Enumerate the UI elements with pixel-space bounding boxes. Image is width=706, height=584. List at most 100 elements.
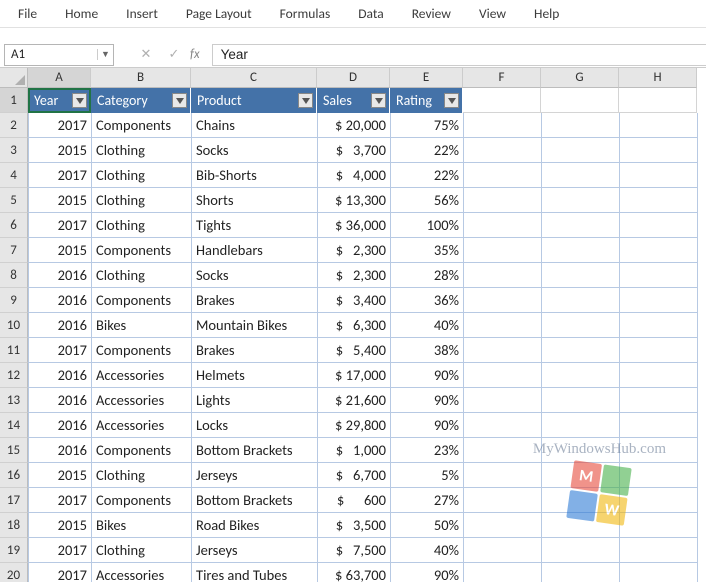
- row-header-11[interactable]: 11: [0, 338, 28, 363]
- cell-product[interactable]: Bottom Brackets: [192, 488, 318, 513]
- cell-sales[interactable]: $ 2,300: [318, 238, 391, 263]
- cell-product[interactable]: Lights: [192, 388, 318, 413]
- ribbon-formulas[interactable]: Formulas: [266, 1, 345, 26]
- empty-cell[interactable]: [464, 188, 542, 213]
- cell-product[interactable]: Bib-Shorts: [192, 163, 318, 188]
- cell-category[interactable]: Components: [92, 438, 192, 463]
- cell-sales[interactable]: $ 63,700: [318, 563, 391, 582]
- cell-category[interactable]: Accessories: [92, 413, 192, 438]
- empty-cell[interactable]: [464, 513, 542, 538]
- header-sales[interactable]: Sales: [317, 88, 390, 113]
- empty-cell[interactable]: [620, 213, 698, 238]
- row-header-16[interactable]: 16: [0, 463, 28, 488]
- cell-year[interactable]: 2016: [29, 388, 92, 413]
- cell-product[interactable]: Jerseys: [192, 463, 318, 488]
- cell-category[interactable]: Bikes: [92, 313, 192, 338]
- empty-cell[interactable]: [464, 563, 542, 582]
- cell-sales[interactable]: $ 21,600: [318, 388, 391, 413]
- col-header-A[interactable]: A: [28, 68, 91, 88]
- cell-category[interactable]: Clothing: [92, 163, 192, 188]
- cell-product[interactable]: Tights: [192, 213, 318, 238]
- cell-category[interactable]: Components: [92, 113, 192, 138]
- empty-cell[interactable]: [620, 538, 698, 563]
- ribbon-data[interactable]: Data: [344, 1, 397, 26]
- cell-sales[interactable]: $ 3,700: [318, 138, 391, 163]
- cell-year[interactable]: 2015: [29, 238, 92, 263]
- empty-cell[interactable]: [542, 513, 620, 538]
- cell-year[interactable]: 2017: [29, 163, 92, 188]
- empty-cell[interactable]: [541, 88, 619, 113]
- cell-rating[interactable]: 5%: [391, 463, 464, 488]
- empty-cell[interactable]: [542, 463, 620, 488]
- cell-year[interactable]: 2015: [29, 463, 92, 488]
- cell-product[interactable]: Brakes: [192, 338, 318, 363]
- empty-cell[interactable]: [542, 363, 620, 388]
- cell-year[interactable]: 2015: [29, 513, 92, 538]
- empty-cell[interactable]: [464, 113, 542, 138]
- row-header-4[interactable]: 4: [0, 163, 28, 188]
- cell-sales[interactable]: $ 36,000: [318, 213, 391, 238]
- empty-cell[interactable]: [464, 438, 542, 463]
- row-header-6[interactable]: 6: [0, 213, 28, 238]
- row-header-14[interactable]: 14: [0, 413, 28, 438]
- empty-cell[interactable]: [542, 288, 620, 313]
- empty-cell[interactable]: [464, 463, 542, 488]
- cell-rating[interactable]: 90%: [391, 413, 464, 438]
- cell-year[interactable]: 2017: [29, 563, 92, 582]
- empty-cell[interactable]: [620, 513, 698, 538]
- cell-category[interactable]: Clothing: [92, 188, 192, 213]
- empty-cell[interactable]: [464, 488, 542, 513]
- cell-product[interactable]: Socks: [192, 263, 318, 288]
- empty-cell[interactable]: [620, 238, 698, 263]
- empty-cell[interactable]: [620, 263, 698, 288]
- empty-cell[interactable]: [464, 163, 542, 188]
- col-header-E[interactable]: E: [390, 68, 463, 88]
- row-header-8[interactable]: 8: [0, 263, 28, 288]
- col-header-B[interactable]: B: [91, 68, 191, 88]
- cell-sales[interactable]: $ 7,500: [318, 538, 391, 563]
- ribbon-home[interactable]: Home: [51, 1, 112, 26]
- cell-sales[interactable]: $ 13,300: [318, 188, 391, 213]
- cell-sales[interactable]: $ 6,300: [318, 313, 391, 338]
- empty-cell[interactable]: [620, 363, 698, 388]
- empty-cell[interactable]: [542, 538, 620, 563]
- col-header-H[interactable]: H: [619, 68, 697, 88]
- empty-cell[interactable]: [542, 413, 620, 438]
- formula-input[interactable]: [212, 44, 706, 66]
- cell-category[interactable]: Accessories: [92, 388, 192, 413]
- cell-category[interactable]: Clothing: [92, 538, 192, 563]
- row-header-12[interactable]: 12: [0, 363, 28, 388]
- row-header-9[interactable]: 9: [0, 288, 28, 313]
- row-header-5[interactable]: 5: [0, 188, 28, 213]
- enter-icon[interactable]: ✓: [160, 44, 188, 66]
- filter-icon[interactable]: [298, 93, 313, 108]
- empty-cell[interactable]: [620, 288, 698, 313]
- empty-cell[interactable]: [464, 538, 542, 563]
- cell-year[interactable]: 2017: [29, 488, 92, 513]
- header-product[interactable]: Product: [191, 88, 317, 113]
- empty-cell[interactable]: [620, 438, 698, 463]
- filter-icon[interactable]: [444, 93, 459, 108]
- col-header-G[interactable]: G: [541, 68, 619, 88]
- cell-sales[interactable]: $ 3,400: [318, 288, 391, 313]
- cell-sales[interactable]: $ 29,800: [318, 413, 391, 438]
- row-header-13[interactable]: 13: [0, 388, 28, 413]
- cell-year[interactable]: 2017: [29, 538, 92, 563]
- empty-cell[interactable]: [542, 113, 620, 138]
- empty-cell[interactable]: [620, 113, 698, 138]
- empty-cell[interactable]: [463, 88, 541, 113]
- ribbon-insert[interactable]: Insert: [112, 1, 172, 26]
- cell-sales[interactable]: $ 600: [318, 488, 391, 513]
- cell-rating[interactable]: 56%: [391, 188, 464, 213]
- empty-cell[interactable]: [542, 563, 620, 582]
- empty-cell[interactable]: [542, 488, 620, 513]
- empty-cell[interactable]: [464, 263, 542, 288]
- cell-year[interactable]: 2016: [29, 438, 92, 463]
- cell-category[interactable]: Components: [92, 488, 192, 513]
- cell-rating[interactable]: 40%: [391, 313, 464, 338]
- cell-year[interactable]: 2017: [29, 113, 92, 138]
- name-box-dropdown-icon[interactable]: ▼: [97, 49, 113, 60]
- cell-rating[interactable]: 90%: [391, 388, 464, 413]
- cell-product[interactable]: Chains: [192, 113, 318, 138]
- empty-cell[interactable]: [464, 213, 542, 238]
